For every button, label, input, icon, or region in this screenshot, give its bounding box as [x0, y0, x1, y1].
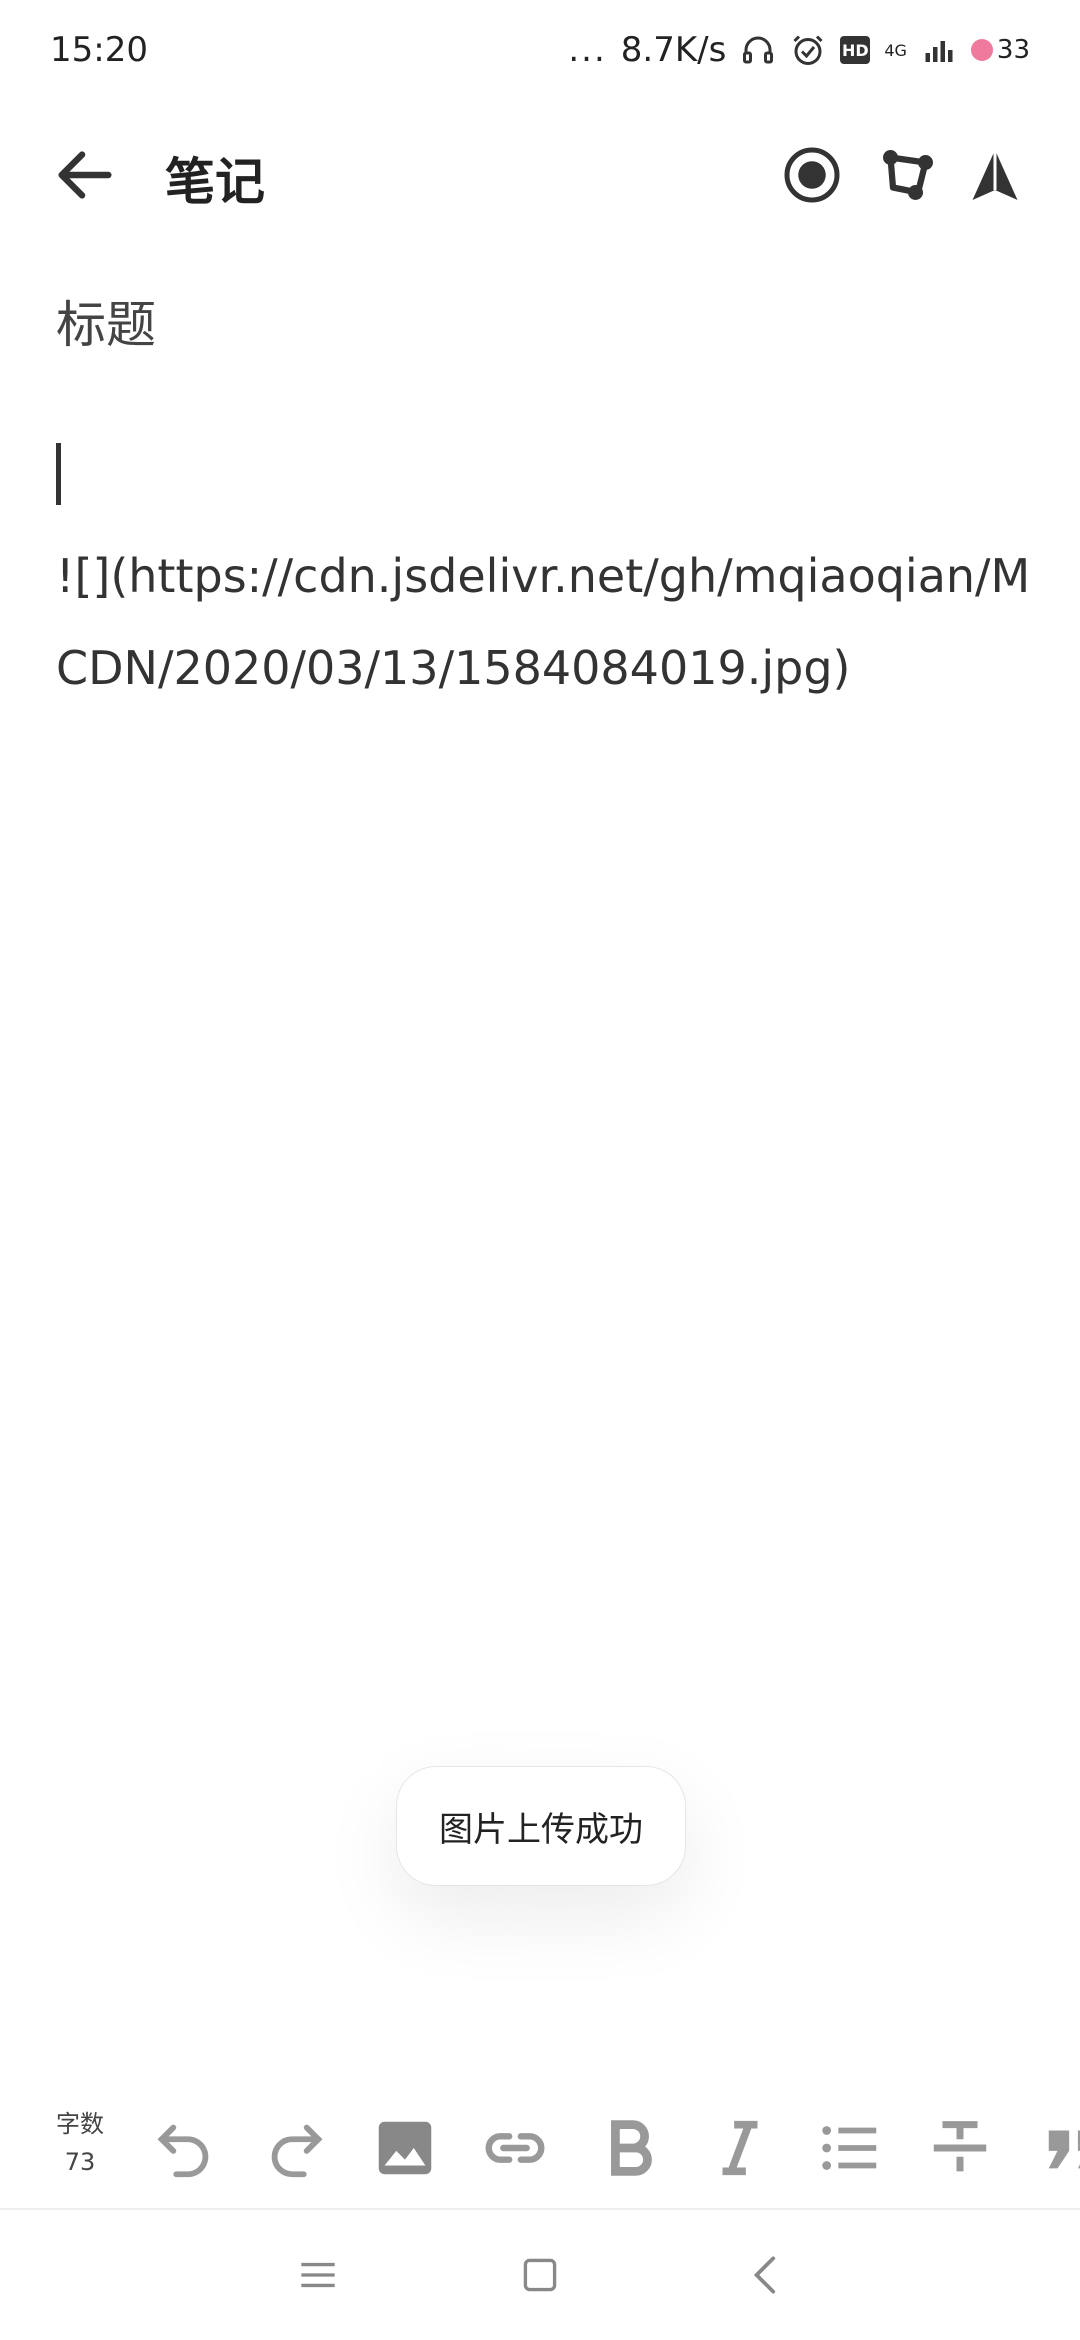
strikethrough-icon	[933, 2121, 987, 2172]
quote-button[interactable]	[1040, 2113, 1080, 2183]
list-icon	[822, 2126, 877, 2170]
undo-button[interactable]	[150, 2113, 220, 2183]
record-button[interactable]	[782, 145, 842, 205]
insert-image-button[interactable]	[370, 2113, 440, 2183]
system-nav-bar	[0, 2210, 1080, 2340]
redo-icon	[271, 2124, 323, 2178]
share-button[interactable]	[878, 145, 938, 205]
headset-icon	[743, 36, 774, 64]
image-icon	[378, 2121, 432, 2175]
signal-icon	[925, 41, 953, 62]
status-bar: 15:20 ... 8.7K/s HD 4G 33	[0, 0, 1080, 100]
status-icons: ... 8.7K/s HD 4G 33	[568, 30, 1030, 70]
page-title: 笔记	[165, 153, 265, 211]
format-toolbar: 字数 73	[0, 2095, 1080, 2207]
strikethrough-button[interactable]	[925, 2113, 995, 2183]
content-editor[interactable]: ![](https://cdn.jsdelivr.net/gh/mqiaoqia…	[56, 530, 1036, 714]
text-cursor	[56, 443, 61, 505]
record-icon	[784, 147, 840, 203]
alarm-icon	[793, 35, 823, 65]
undo-icon	[157, 2124, 209, 2178]
word-count-label: 字数	[56, 2110, 104, 2138]
arrow-left-icon	[58, 151, 112, 199]
send-button[interactable]	[965, 145, 1025, 205]
nav-back-button[interactable]	[742, 2250, 792, 2300]
list-button[interactable]	[815, 2113, 885, 2183]
app-bar: 笔记	[0, 110, 1080, 240]
share-icon	[883, 150, 933, 200]
quote-icon	[1048, 2130, 1080, 2169]
italic-icon	[722, 2120, 758, 2176]
battery-indicator: 33	[970, 35, 1030, 65]
battery-level: 33	[996, 35, 1030, 65]
recent-apps-button[interactable]	[293, 2250, 343, 2300]
bold-button[interactable]	[595, 2113, 665, 2183]
home-button[interactable]	[515, 2250, 565, 2300]
home-icon	[523, 2258, 557, 2292]
italic-button[interactable]	[705, 2113, 775, 2183]
network-type: 4G	[884, 40, 907, 60]
bold-icon	[611, 2120, 652, 2176]
back-button[interactable]	[50, 140, 120, 210]
menu-icon	[301, 2262, 335, 2288]
network-speed: 8.7K/s	[620, 30, 727, 70]
status-dots: ...	[568, 30, 607, 70]
title-input[interactable]: 标题	[56, 285, 1016, 355]
link-icon	[485, 2133, 545, 2163]
hd-badge: HD	[840, 36, 871, 64]
battery-dot	[970, 39, 993, 61]
word-count: 字数 73	[40, 2105, 120, 2181]
redo-button[interactable]	[260, 2113, 330, 2183]
toast-message: 图片上传成功	[439, 1809, 643, 1850]
send-icon	[972, 150, 1018, 200]
word-count-value: 73	[64, 2148, 96, 2176]
toast-notification: 图片上传成功	[396, 1766, 686, 1886]
back-icon	[753, 2256, 776, 2294]
insert-link-button[interactable]	[480, 2113, 550, 2183]
status-time: 15:20	[50, 30, 148, 70]
